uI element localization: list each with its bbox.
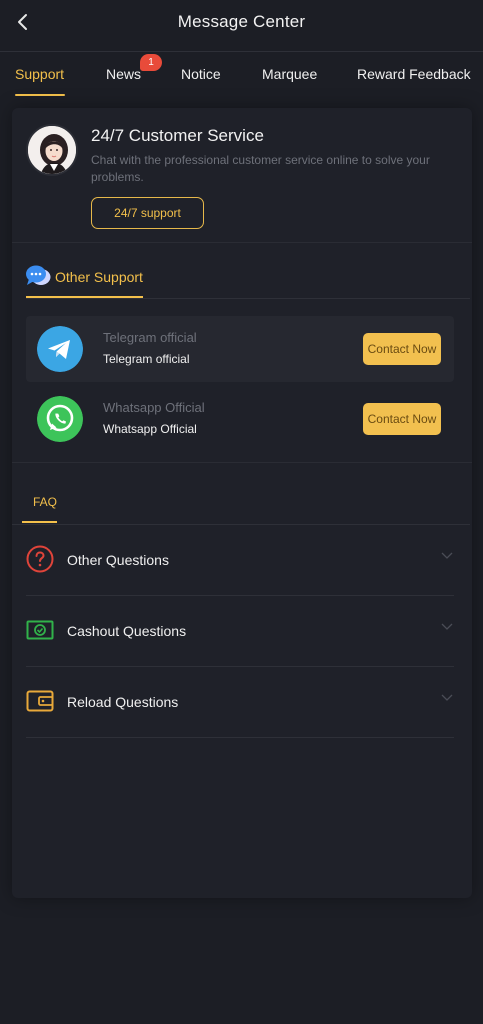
contact-subtitle: Whatsapp Official — [103, 422, 197, 436]
faq-item-label: Other Questions — [67, 552, 169, 568]
faq-item-other-questions[interactable]: Other Questions — [26, 525, 454, 596]
contact-now-button[interactable]: Contact Now — [363, 403, 441, 435]
wallet-icon — [26, 690, 54, 712]
whatsapp-icon — [37, 396, 83, 442]
faq-item-cashout-questions[interactable]: Cashout Questions — [26, 596, 454, 667]
chat-bubbles-icon — [26, 265, 51, 285]
active-tab-indicator — [22, 521, 57, 523]
customer-service-title: 24/7 Customer Service — [91, 126, 264, 145]
faq-item-reload-questions[interactable]: Reload Questions — [26, 667, 454, 738]
support-24-7-button[interactable]: 24/7 support — [91, 197, 204, 229]
divider — [26, 737, 454, 738]
contact-title: Telegram official — [103, 330, 197, 345]
chevron-down-icon — [441, 694, 453, 701]
tab-marquee[interactable]: Marquee — [262, 66, 317, 82]
contact-row-whatsapp: Whatsapp Official Whatsapp Official Cont… — [26, 386, 454, 452]
question-circle-icon — [26, 545, 54, 573]
tab-other-support[interactable]: Other Support — [55, 269, 143, 285]
tab-notice[interactable]: Notice — [181, 66, 221, 82]
faq-item-label: Cashout Questions — [67, 623, 187, 639]
news-badge: 1 — [140, 54, 162, 71]
tab-news[interactable]: News — [106, 66, 141, 82]
contact-now-button[interactable]: Contact Now — [363, 333, 441, 365]
divider — [26, 298, 470, 299]
tab-faq[interactable]: FAQ — [33, 495, 57, 509]
contact-title: Whatsapp Official — [103, 400, 205, 415]
avatar — [26, 124, 78, 176]
divider — [12, 242, 472, 243]
customer-service-description: Chat with the professional customer serv… — [91, 153, 430, 184]
contact-subtitle: Telegram official — [103, 352, 190, 366]
telegram-icon — [37, 326, 83, 372]
page-title: Message Center — [177, 12, 306, 31]
cash-icon — [26, 620, 54, 640]
faq-item-label: Reload Questions — [67, 694, 179, 710]
tab-support[interactable]: Support — [15, 66, 64, 82]
header: Message Center — [0, 0, 483, 52]
contact-row-telegram: Telegram official Telegram official Cont… — [26, 316, 454, 382]
divider — [12, 462, 472, 463]
tab-bar: Support News Notice Marquee Reward Feedb… — [0, 52, 483, 98]
active-tab-indicator — [15, 94, 65, 96]
support-panel — [12, 108, 472, 898]
tab-reward-feedback[interactable]: Reward Feedback — [357, 66, 471, 82]
active-tab-indicator — [26, 296, 143, 298]
chevron-down-icon — [441, 623, 453, 630]
chevron-down-icon — [441, 552, 453, 559]
